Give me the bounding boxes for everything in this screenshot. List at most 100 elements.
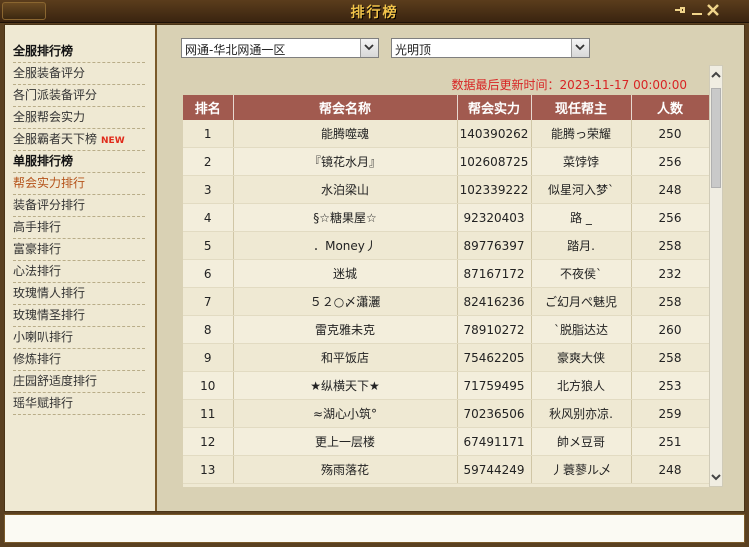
table-row[interactable]: 5 ．Money丿 89776397 踏月. 258 <box>183 231 709 260</box>
sidebar-item-expert[interactable]: 高手排行 <box>13 217 145 239</box>
leader-cell: 踏月. <box>531 231 632 260</box>
column-header-guild-power[interactable]: 帮会实力 <box>457 95 532 120</box>
members-cell: 248 <box>631 455 709 484</box>
guild-power-cell: 70236506 <box>457 399 532 428</box>
chevron-down-icon[interactable] <box>571 39 589 57</box>
leader-cell: ご幻月ぺ魅児 <box>531 287 632 316</box>
guild-name-cell: 殇雨落花 <box>233 455 458 484</box>
leader-cell: 路 _ <box>531 203 632 232</box>
table-row[interactable]: 13 殇雨落花 59744249 丿蓑蓼ル乄 248 <box>183 455 709 484</box>
table-row[interactable]: 3 水泊梁山 102339222 似星河入梦` 248 <box>183 175 709 204</box>
members-cell: 258 <box>631 343 709 372</box>
rank-cell: 10 <box>183 371 234 400</box>
guild-power-cell: 75462205 <box>457 343 532 372</box>
guild-power-cell: 102339222 <box>457 175 532 204</box>
guild-name-cell: ≈湖心小筑° <box>233 399 458 428</box>
sidebar-item-guild-power[interactable]: 帮会实力排行 <box>13 173 145 195</box>
guild-name-cell: 和平饭店 <box>233 343 458 372</box>
members-cell: 258 <box>631 287 709 316</box>
sidebar-item-sect-equipment-score[interactable]: 各门派装备评分 <box>13 85 145 107</box>
table-row[interactable]: 6 迷城 87167172 不夜侯` 232 <box>183 259 709 288</box>
main-panel: 网通-华北网通一区 光明顶 数据最后更新时间：2023-11-17 00:00:… <box>157 25 744 511</box>
close-icon[interactable] <box>706 3 720 17</box>
leader-cell: 似星河入梦` <box>531 175 632 204</box>
guild-power-cell: 87167172 <box>457 259 532 288</box>
chevron-down-icon[interactable] <box>710 470 722 484</box>
title-bar[interactable]: 排行榜 <box>0 0 749 23</box>
table-row[interactable]: 8 雷克雅未克 78910272 `脱脂达达 260 <box>183 315 709 344</box>
scrollbar-thumb[interactable] <box>711 88 721 188</box>
sidebar-item-manor-comfort[interactable]: 庄园舒适度排行 <box>13 371 145 393</box>
members-cell: 258 <box>631 231 709 260</box>
table-row[interactable]: 12 更上一层楼 67491171 帥メ豆哥 251 <box>183 427 709 456</box>
rank-cell: 4 <box>183 203 234 232</box>
table-row[interactable]: 9 和平饭店 75462205 豪爽大侠 258 <box>183 343 709 372</box>
guild-power-cell: 78910272 <box>457 315 532 344</box>
sidebar-item-trumpet[interactable]: 小喇叭排行 <box>13 327 145 349</box>
sidebar-heading-global: 全服排行榜 <box>13 41 145 63</box>
sidebar-item-wealth[interactable]: 富豪排行 <box>13 239 145 261</box>
leader-cell: 菜饽饽 <box>531 147 632 176</box>
sidebar-item-rose-lover[interactable]: 玫瑰情人排行 <box>13 283 145 305</box>
leader-cell: 豪爽大侠 <box>531 343 632 372</box>
rank-cell: 11 <box>183 399 234 428</box>
pin-icon[interactable] <box>672 3 686 17</box>
guild-power-cell: 71759495 <box>457 371 532 400</box>
chevron-down-icon[interactable] <box>360 39 378 57</box>
guild-name-cell: ．Money丿 <box>233 231 458 260</box>
guild-name-cell: 『镜花水月』 <box>233 147 458 176</box>
sidebar-item-mental-method[interactable]: 心法排行 <box>13 261 145 283</box>
vertical-scrollbar[interactable] <box>709 65 723 487</box>
members-cell: 248 <box>631 175 709 204</box>
guild-name-cell: 雷克雅未克 <box>233 315 458 344</box>
guild-name-cell: §☆糖果屋☆ <box>233 203 458 232</box>
ranking-window: 排行榜 全服排行榜 全服装备评分 各门派装备评分 全服帮会实力 全服霸者天下榜 N… <box>0 0 749 547</box>
members-cell: 260 <box>631 315 709 344</box>
ranking-table: 排名 帮会名称 帮会实力 现任帮主 人数 1 能腾噬魂 140390262 能腾っ荣耀… <box>183 95 709 487</box>
members-cell: 259 <box>631 399 709 428</box>
column-header-members[interactable]: 人数 <box>631 95 709 120</box>
leader-cell: 帥メ豆哥 <box>531 427 632 456</box>
sidebar-item-equipment-score[interactable]: 装备评分排行 <box>13 195 145 217</box>
rank-cell: 1 <box>183 120 234 148</box>
guild-name-cell: 水泊梁山 <box>233 175 458 204</box>
rank-cell: 7 <box>183 287 234 316</box>
table-row[interactable]: 10 ★纵横天下★ 71759495 北方狼人 253 <box>183 371 709 400</box>
guild-power-cell: 140390262 <box>457 120 532 148</box>
table-row[interactable]: 11 ≈湖心小筑° 70236506 秋风别亦凉. 259 <box>183 399 709 428</box>
members-cell: 253 <box>631 371 709 400</box>
column-header-leader[interactable]: 现任帮主 <box>531 95 632 120</box>
table-row[interactable]: 1 能腾噬魂 140390262 能腾っ荣耀 250 <box>183 120 709 148</box>
minimize-icon[interactable] <box>690 3 704 17</box>
table-row[interactable]: 7 ５２○〆瀟灑 82416236 ご幻月ぺ魅児 258 <box>183 287 709 316</box>
zone-select[interactable]: 光明顶 <box>391 38 590 58</box>
leader-cell: 能腾っ荣耀 <box>531 120 632 148</box>
rank-cell: 5 <box>183 231 234 260</box>
table-row[interactable]: 4 §☆糖果屋☆ 92320403 路 _ 256 <box>183 203 709 232</box>
sidebar-heading-server: 单服排行榜 <box>13 151 145 173</box>
last-updated-text: 数据最后更新时间：2023-11-17 00:00:00 <box>451 78 687 92</box>
server-select[interactable]: 网通-华北网通一区 <box>181 38 379 58</box>
guild-power-cell: 59744249 <box>457 455 532 484</box>
leader-cell: 不夜侯` <box>531 259 632 288</box>
column-header-guild-name[interactable]: 帮会名称 <box>233 95 458 120</box>
sidebar-item-global-equipment-score[interactable]: 全服装备评分 <box>13 63 145 85</box>
leader-cell: `脱脂达达 <box>531 315 632 344</box>
column-header-rank[interactable]: 排名 <box>183 95 234 120</box>
leader-cell: 秋风别亦凉. <box>531 399 632 428</box>
sidebar-item-yaohua-fu[interactable]: 瑶华赋排行 <box>13 393 145 415</box>
sidebar-item-cultivation[interactable]: 修炼排行 <box>13 349 145 371</box>
chevron-up-icon[interactable] <box>710 68 722 82</box>
members-cell: 251 <box>631 427 709 456</box>
new-badge: NEW <box>101 136 125 146</box>
guild-power-cell: 67491171 <box>457 427 532 456</box>
sidebar-item-global-guild-power[interactable]: 全服帮会实力 <box>13 107 145 129</box>
table-row[interactable]: 2 『镜花水月』 102608725 菜饽饽 256 <box>183 147 709 176</box>
sidebar-item-rose-saint[interactable]: 玫瑰情圣排行 <box>13 305 145 327</box>
zone-select-value: 光明顶 <box>395 43 432 57</box>
sidebar-item-global-overlord[interactable]: 全服霸者天下榜 NEW <box>13 129 145 151</box>
table-header-row: 排名 帮会名称 帮会实力 现任帮主 人数 <box>183 95 709 120</box>
rank-cell: 3 <box>183 175 234 204</box>
members-cell: 250 <box>631 120 709 148</box>
rank-cell: 6 <box>183 259 234 288</box>
